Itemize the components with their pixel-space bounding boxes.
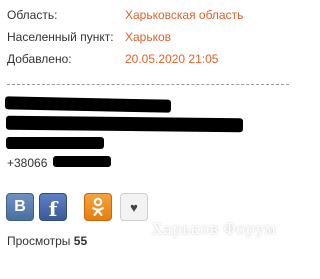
views-row: Просмотры 55 <box>7 233 87 249</box>
region-value[interactable]: Харьковская область <box>125 7 243 23</box>
redacted-contact-address <box>5 115 244 133</box>
phone-number-prefix: +38066 <box>7 156 48 170</box>
redacted-contact-name <box>4 96 172 113</box>
vk-icon: B <box>14 198 26 215</box>
facebook-icon: f <box>48 197 58 221</box>
site-watermark: Харьков Форум <box>152 220 277 238</box>
city-label: Населенный пункт: <box>7 30 114 44</box>
date-added-label: Добавлено: <box>7 52 72 66</box>
city-value[interactable]: Харьков <box>125 29 171 45</box>
share-vk-button[interactable]: B <box>6 193 34 221</box>
region-label: Область: <box>7 8 58 22</box>
heart-icon: ♥ <box>130 199 138 215</box>
share-odnoklassniki-button[interactable] <box>84 193 112 221</box>
dashed-divider <box>7 84 289 85</box>
favorite-button[interactable]: ♥ <box>120 193 148 221</box>
views-count: 55 <box>73 234 88 248</box>
share-facebook-button[interactable]: f <box>39 193 67 221</box>
redacted-phone-digits <box>53 156 111 167</box>
views-label: Просмотры <box>7 234 71 248</box>
date-added-value: 20.05.2020 21:05 <box>125 52 219 66</box>
redacted-contact-line <box>6 137 104 149</box>
odnoklassniki-icon <box>91 197 105 217</box>
